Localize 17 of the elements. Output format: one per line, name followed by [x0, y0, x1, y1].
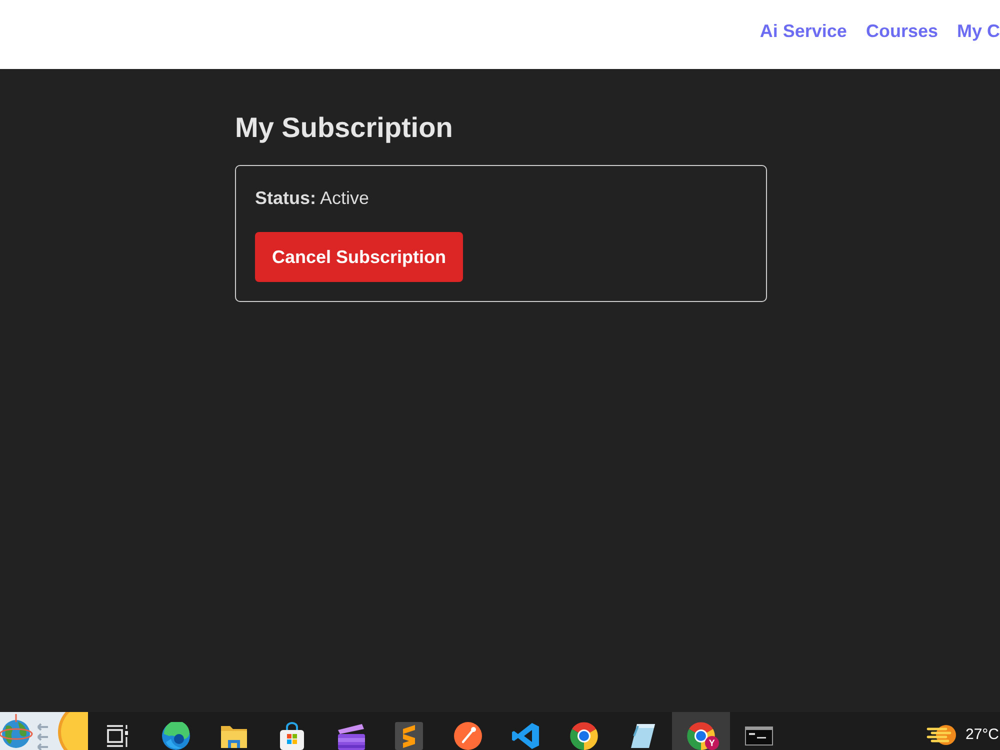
- wave-icon: [162, 722, 190, 750]
- nav-link[interactable]: My C: [956, 20, 1000, 42]
- temperature-text: 27°C: [965, 725, 1000, 745]
- ribbon-icon: [512, 722, 540, 750]
- sun-wind-icon[interactable]: [926, 722, 956, 748]
- taskbar-button[interactable]: Y: [672, 712, 730, 750]
- pen-disc-icon: [454, 722, 482, 750]
- shopping-bag-icon: [278, 722, 306, 750]
- nav-link[interactable]: Ai Service: [760, 20, 847, 42]
- clapperboard-icon: [336, 722, 365, 750]
- browser-icon: [570, 722, 598, 750]
- notepad-icon: [628, 722, 657, 750]
- page-title: My Subscription: [235, 111, 453, 145]
- cancel-subscription-button[interactable]: Cancel Subscription: [255, 232, 464, 282]
- stripes-tile-icon: [395, 722, 424, 750]
- status-text: Status: Active: [255, 187, 370, 210]
- nav-link[interactable]: Courses: [866, 20, 938, 42]
